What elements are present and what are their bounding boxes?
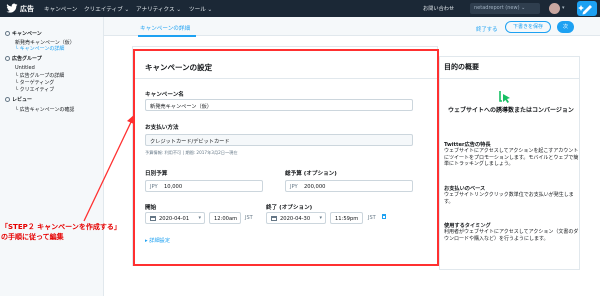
brand-label: 広告 bbox=[20, 5, 34, 13]
sidebar-item-targeting[interactable]: └ ターゲティング bbox=[15, 79, 54, 86]
feature-text: ウェブサイトにアクセスしてアクションを起こすアカウントにツイートをプロモーション… bbox=[444, 148, 579, 167]
annotation-line-2: の手順に従って編集 bbox=[1, 233, 64, 241]
compose-icon bbox=[578, 5, 592, 15]
next-button[interactable]: 次 bbox=[557, 21, 574, 33]
nav-analytics[interactable]: アナリティクス ⌄ bbox=[136, 5, 181, 13]
circle-icon bbox=[5, 31, 10, 36]
sidebar-item-adgroup-untitled[interactable]: Untitled bbox=[15, 65, 35, 71]
account-selector[interactable]: netadreport (new) ⌄ bbox=[470, 3, 540, 14]
sidebar-group-review[interactable]: レビュー bbox=[5, 96, 32, 103]
help-link[interactable]: お問い合わせ bbox=[423, 5, 454, 12]
objective-title: 目的の概要 bbox=[444, 63, 479, 71]
save-draft-button[interactable]: 下書きを保存 bbox=[505, 21, 551, 33]
finish-button[interactable]: 終了する bbox=[476, 25, 498, 33]
tab-campaign-detail[interactable]: キャンペーンの詳細 bbox=[140, 24, 190, 32]
timing-text: 利用者がウェブサイトにアクセスしてアクション（文書のダウンロードや購入など）を行… bbox=[444, 229, 579, 242]
sidebar-item-campaign-detail[interactable]: └ キャンペーンの詳細 bbox=[15, 45, 64, 52]
circle-icon bbox=[5, 97, 10, 102]
annotation-line-1: 「STEP２ キャンペーンを作成する」 bbox=[1, 223, 121, 231]
sidebar-group-adgroup[interactable]: 広告グループ bbox=[5, 55, 42, 62]
divider bbox=[439, 78, 580, 79]
payment-basis-text: ウェブサイトリンククリック数単位でお支払いが発生します。 bbox=[444, 192, 574, 205]
nav-campaigns[interactable]: キャンペーン bbox=[44, 5, 77, 13]
objective-name: ウェブサイトへの誘導数またはコンバージョン bbox=[448, 107, 574, 114]
payment-basis-title: お支払いのベース bbox=[444, 186, 486, 192]
cursor-click-icon bbox=[499, 91, 510, 103]
annotation-text: 「STEP２ キャンペーンを作成する」 の手順に従って編集 bbox=[1, 222, 121, 242]
active-tab-indicator bbox=[138, 35, 196, 37]
avatar[interactable] bbox=[549, 3, 560, 14]
sidebar-item-creative[interactable]: └ クリエイティブ bbox=[15, 86, 54, 93]
nav-tools[interactable]: ツール ⌄ bbox=[189, 5, 212, 13]
nav-creatives[interactable]: クリエイティブ ⌄ bbox=[84, 5, 129, 13]
top-bar: 広告 キャンペーン クリエイティブ ⌄ アナリティクス ⌄ ツール ⌄ お問い合… bbox=[0, 0, 600, 17]
sidebar-item-adgroup-detail[interactable]: └ 広告グループの詳細 bbox=[15, 72, 64, 79]
highlight-box bbox=[133, 49, 439, 266]
chevron-down-icon[interactable]: ▾ bbox=[562, 5, 565, 11]
feature-title: Twitter広告の特長 bbox=[444, 142, 491, 148]
twitter-logo-icon[interactable] bbox=[6, 3, 18, 14]
sidebar-group-campaign[interactable]: キャンペーン bbox=[5, 30, 42, 37]
compose-button[interactable] bbox=[577, 1, 597, 16]
timing-title: 使用するタイミング bbox=[444, 223, 491, 229]
sidebar-item-review-confirm[interactable]: └ 広告キャンペーンの確認 bbox=[15, 106, 74, 113]
circle-icon bbox=[5, 56, 10, 61]
